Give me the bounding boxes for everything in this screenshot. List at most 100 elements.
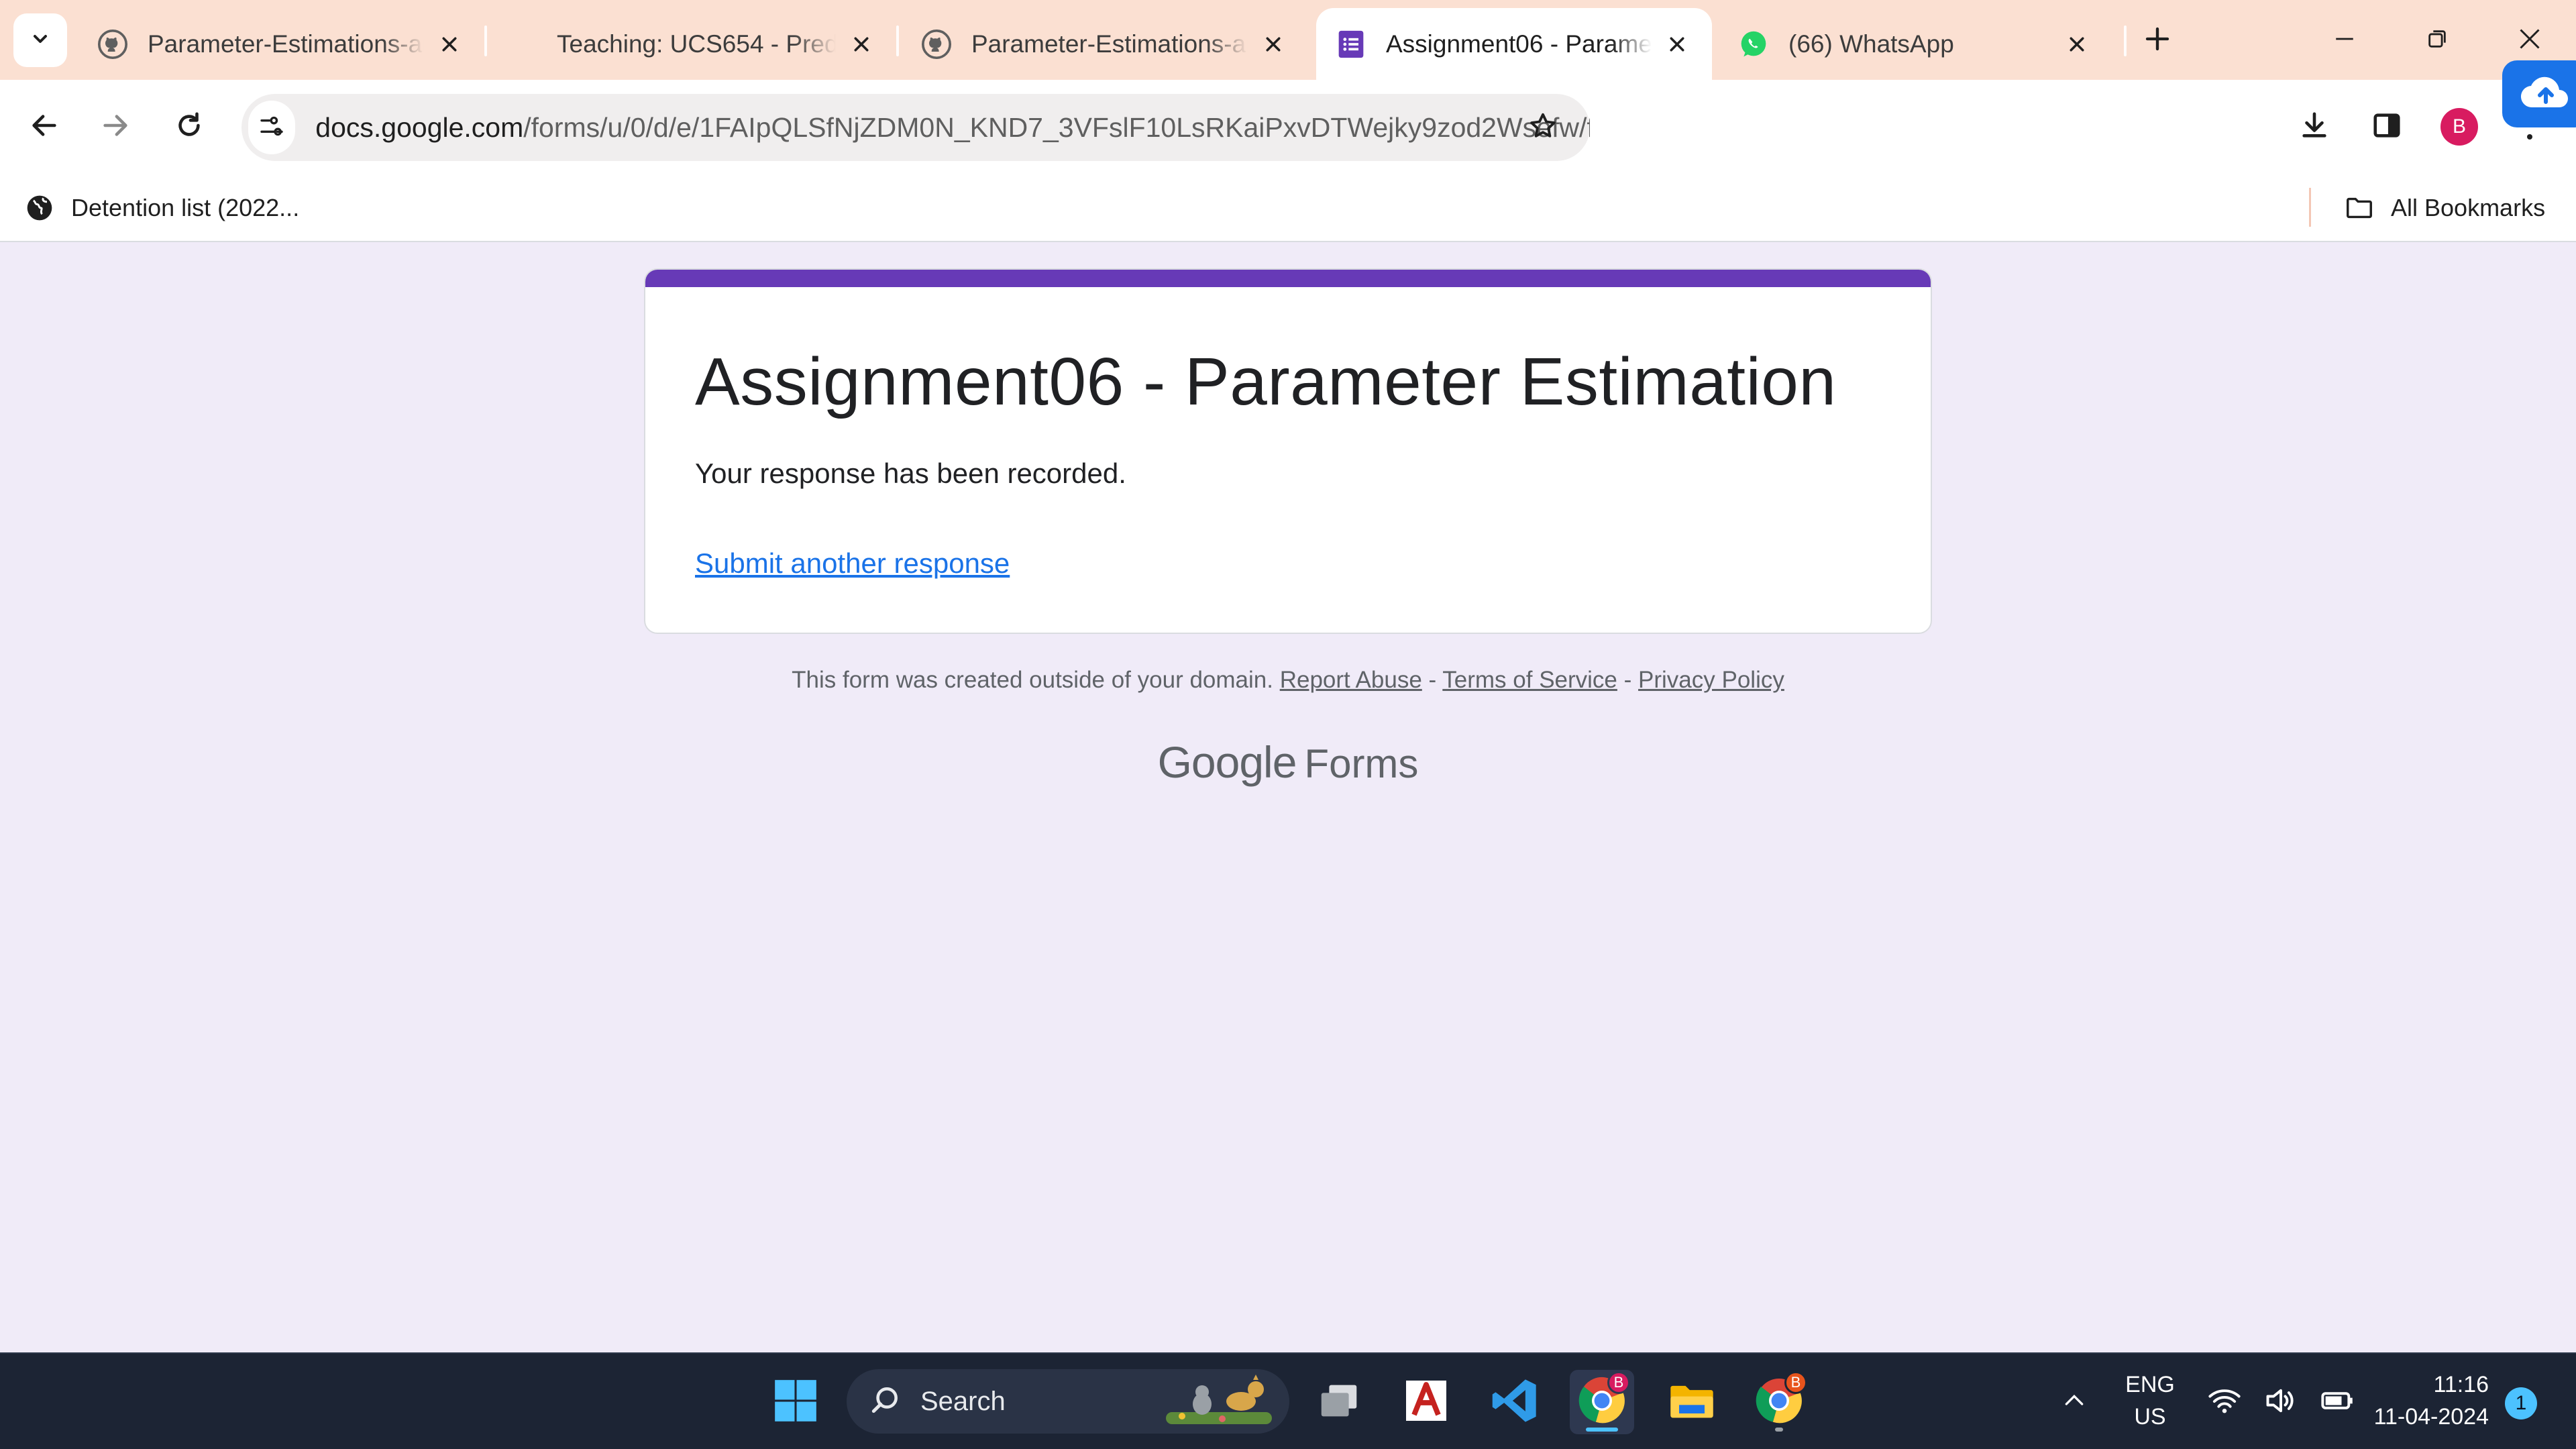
tab-teaching[interactable]: Teaching: UCS654 - Predictive bbox=[490, 8, 896, 80]
privacy-policy-link[interactable]: Privacy Policy bbox=[1638, 667, 1784, 693]
arrow-left-icon bbox=[29, 110, 60, 144]
bookmarks-divider bbox=[2309, 188, 2311, 227]
site-info-button[interactable] bbox=[248, 101, 296, 154]
tab-github-2[interactable]: Parameter-Estimations-and bbox=[902, 8, 1308, 80]
reload-button[interactable] bbox=[162, 100, 216, 154]
url-host: docs.google.com bbox=[315, 111, 524, 143]
close-icon[interactable] bbox=[1258, 30, 1288, 59]
all-bookmarks-button[interactable]: All Bookmarks bbox=[2344, 188, 2545, 228]
restore-button[interactable] bbox=[2400, 16, 2474, 64]
new-tab-button[interactable] bbox=[2140, 23, 2175, 58]
taskbar-app-file-explorer[interactable] bbox=[1660, 1370, 1724, 1434]
close-icon bbox=[2518, 27, 2542, 54]
address-bar[interactable]: docs.google.com/forms/u/0/d/e/1FAIpQLSfN… bbox=[241, 94, 1590, 161]
menu-kebab-icon[interactable] bbox=[2526, 131, 2533, 140]
form-accent-bar bbox=[645, 270, 1931, 287]
downloads-button[interactable] bbox=[2288, 100, 2341, 154]
tab-whatsapp[interactable]: (66) WhatsApp bbox=[1719, 8, 2112, 80]
chevron-up-icon bbox=[2061, 1387, 2088, 1417]
form-footer: This form was created outside of your do… bbox=[644, 667, 1932, 694]
close-icon[interactable] bbox=[1662, 30, 1692, 59]
tune-icon bbox=[258, 113, 285, 143]
plus-icon bbox=[2144, 25, 2171, 56]
tab-assignment06[interactable]: Assignment06 - Parameter Estimation bbox=[1316, 8, 1712, 80]
wifi-icon bbox=[2207, 1383, 2242, 1421]
taskbar-app-vscode[interactable] bbox=[1483, 1370, 1547, 1434]
tab-search-button[interactable] bbox=[13, 13, 67, 67]
side-panel-icon bbox=[2371, 110, 2402, 144]
bookmark-label: Detention list (2022... bbox=[71, 194, 300, 221]
clock-time: 11:16 bbox=[2433, 1372, 2489, 1397]
all-bookmarks-label: All Bookmarks bbox=[2391, 194, 2546, 221]
task-view-button[interactable] bbox=[1307, 1370, 1371, 1434]
volume-icon bbox=[2263, 1383, 2298, 1421]
minimize-button[interactable] bbox=[2308, 16, 2381, 64]
form-title: Assignment06 - Parameter Estimation bbox=[695, 344, 1837, 419]
show-hidden-icons-button[interactable] bbox=[2057, 1385, 2092, 1419]
running-indicator bbox=[1775, 1428, 1783, 1432]
chrome-profile-badge: B bbox=[1607, 1371, 1630, 1394]
bookmark-star-button[interactable] bbox=[1523, 107, 1563, 148]
quick-settings-button[interactable] bbox=[2207, 1382, 2355, 1422]
close-window-button[interactable] bbox=[2493, 16, 2567, 64]
github-icon bbox=[922, 29, 951, 59]
tab-title: Assignment06 - Parameter Estimation bbox=[1386, 30, 1652, 58]
clock[interactable]: 11:16 11-04-2024 bbox=[2361, 1368, 2489, 1433]
side-panel-button[interactable] bbox=[2360, 100, 2414, 154]
tab-separator bbox=[484, 25, 487, 56]
cloud-upload-icon bbox=[2519, 72, 2573, 116]
back-button[interactable] bbox=[17, 100, 71, 154]
forward-button[interactable] bbox=[89, 100, 142, 154]
tab-title: Parameter-Estimations-and bbox=[971, 30, 1248, 58]
windows-icon bbox=[771, 1376, 820, 1429]
language-code: ENG bbox=[2125, 1372, 2175, 1397]
clock-date: 11-04-2024 bbox=[2373, 1404, 2489, 1430]
tab-github-1[interactable]: Parameter-Estimations-and bbox=[78, 8, 484, 80]
task-view-icon bbox=[1316, 1377, 1362, 1428]
tab-title: (66) WhatsApp bbox=[1788, 30, 1954, 58]
google-wordmark: Google bbox=[1157, 737, 1297, 787]
chevron-down-icon bbox=[30, 28, 51, 53]
footer-separator: - bbox=[1428, 667, 1437, 693]
whatsapp-icon bbox=[1739, 30, 1768, 59]
terms-of-service-link[interactable]: Terms of Service bbox=[1442, 667, 1617, 693]
close-icon[interactable] bbox=[847, 30, 876, 59]
language-indicator[interactable]: ENG US bbox=[2113, 1368, 2187, 1433]
taskbar-app-chrome-2[interactable]: B bbox=[1747, 1370, 1811, 1434]
active-indicator bbox=[1586, 1428, 1618, 1432]
google-forms-icon bbox=[1336, 30, 1366, 59]
cloud-upload-button[interactable] bbox=[2502, 60, 2576, 127]
bookmarks-bar: Detention list (2022... All Bookmarks bbox=[0, 174, 2576, 242]
tab-separator bbox=[896, 25, 899, 56]
footer-separator: - bbox=[1623, 667, 1632, 693]
acrobat-icon bbox=[1402, 1377, 1450, 1428]
tab-separator bbox=[2124, 25, 2127, 56]
tab-title: Parameter-Estimations-and bbox=[148, 30, 424, 58]
arrow-right-icon bbox=[100, 110, 131, 144]
bookmark-detention-list[interactable]: Detention list (2022... bbox=[24, 188, 299, 228]
url-path: /forms/u/0/d/e/1FAIpQLSfNjZDM0N_KND7_3VF… bbox=[523, 111, 1590, 143]
folder-icon bbox=[1666, 1375, 1717, 1430]
chrome-profile-badge: B bbox=[1784, 1371, 1807, 1394]
report-abuse-link[interactable]: Report Abuse bbox=[1280, 667, 1422, 693]
vscode-icon bbox=[1489, 1375, 1540, 1430]
start-button[interactable] bbox=[763, 1370, 828, 1434]
submit-another-response-link[interactable]: Submit another response bbox=[695, 547, 1010, 580]
folder-icon bbox=[2344, 193, 2375, 223]
tab-strip: Parameter-Estimations-and Teaching: UCS6… bbox=[0, 0, 2576, 80]
notification-badge[interactable]: 1 bbox=[2505, 1387, 2537, 1419]
taskbar-app-acrobat[interactable] bbox=[1394, 1370, 1458, 1434]
taskbar-search-box[interactable]: Search bbox=[847, 1369, 1289, 1434]
taskbar-app-chrome-active[interactable]: B bbox=[1570, 1370, 1634, 1434]
close-icon[interactable] bbox=[2062, 30, 2092, 59]
globe-icon bbox=[24, 193, 55, 223]
close-icon[interactable] bbox=[435, 30, 464, 59]
taskbar-search-label: Search bbox=[920, 1386, 1006, 1416]
google-forms-logo[interactable]: Google Forms bbox=[644, 737, 1932, 788]
profile-button[interactable]: B bbox=[2432, 100, 2486, 154]
form-confirmation-card: Assignment06 - Parameter Estimation Your… bbox=[644, 268, 1932, 634]
search-highlight-illustration-icon bbox=[1162, 1372, 1276, 1432]
url-text: docs.google.com/forms/u/0/d/e/1FAIpQLSfN… bbox=[315, 112, 1590, 144]
star-icon bbox=[1527, 111, 1558, 145]
tab-title: Teaching: UCS654 - Predictive bbox=[557, 30, 836, 58]
